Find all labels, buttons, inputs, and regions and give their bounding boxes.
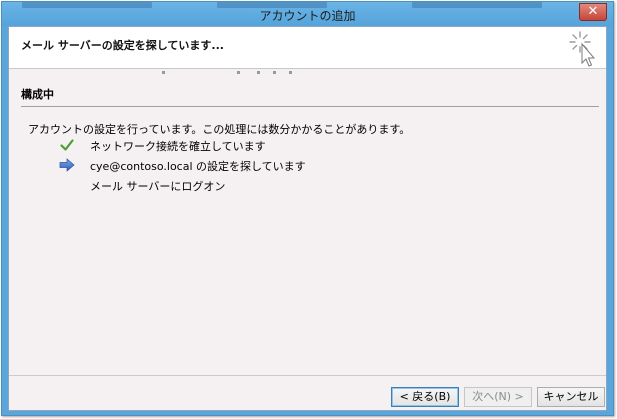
step-label: cye@contoso.local の設定を探しています — [90, 160, 306, 173]
section-divider — [21, 106, 599, 107]
section-description: アカウントの設定を行っています。この処理には数分かかることがあります。 — [28, 123, 411, 136]
step-label: ネットワーク接続を確立しています — [90, 140, 266, 153]
progress-dot — [257, 71, 260, 74]
next-button[interactable]: 次へ(N) > — [464, 387, 532, 407]
step-label: メール サーバーにログオン — [90, 180, 226, 193]
section-title: 構成中 — [21, 88, 54, 101]
progress-dot — [289, 71, 292, 74]
arrow-right-icon — [59, 158, 75, 172]
dialog-header: メール サーバーの設定を探しています... — [9, 27, 606, 69]
progress-dot — [273, 71, 276, 74]
close-icon: ✕ — [587, 4, 599, 19]
progress-dots — [9, 71, 606, 75]
footer-divider — [9, 375, 606, 376]
header-title: メール サーバーの設定を探しています... — [21, 39, 224, 52]
title-bar[interactable]: アカウントの追加 ✕ — [2, 2, 613, 26]
progress-dot — [162, 71, 165, 74]
progress-dot — [237, 71, 240, 74]
cancel-button[interactable]: キャンセル — [537, 387, 605, 407]
dialog-content: メール サーバーの設定を探しています... 構成中 アカウントの設定を行っていま… — [8, 26, 607, 411]
close-button[interactable]: ✕ — [579, 3, 607, 21]
busy-cursor-icon — [569, 31, 596, 67]
window-title: アカウントの追加 — [259, 9, 356, 23]
back-button[interactable]: < 戻る(B) — [391, 387, 459, 407]
dialog-window: アカウントの追加 ✕ メール サーバーの設定を探しています... 構成中 アカウ… — [1, 1, 614, 416]
checkmark-icon — [60, 139, 74, 151]
